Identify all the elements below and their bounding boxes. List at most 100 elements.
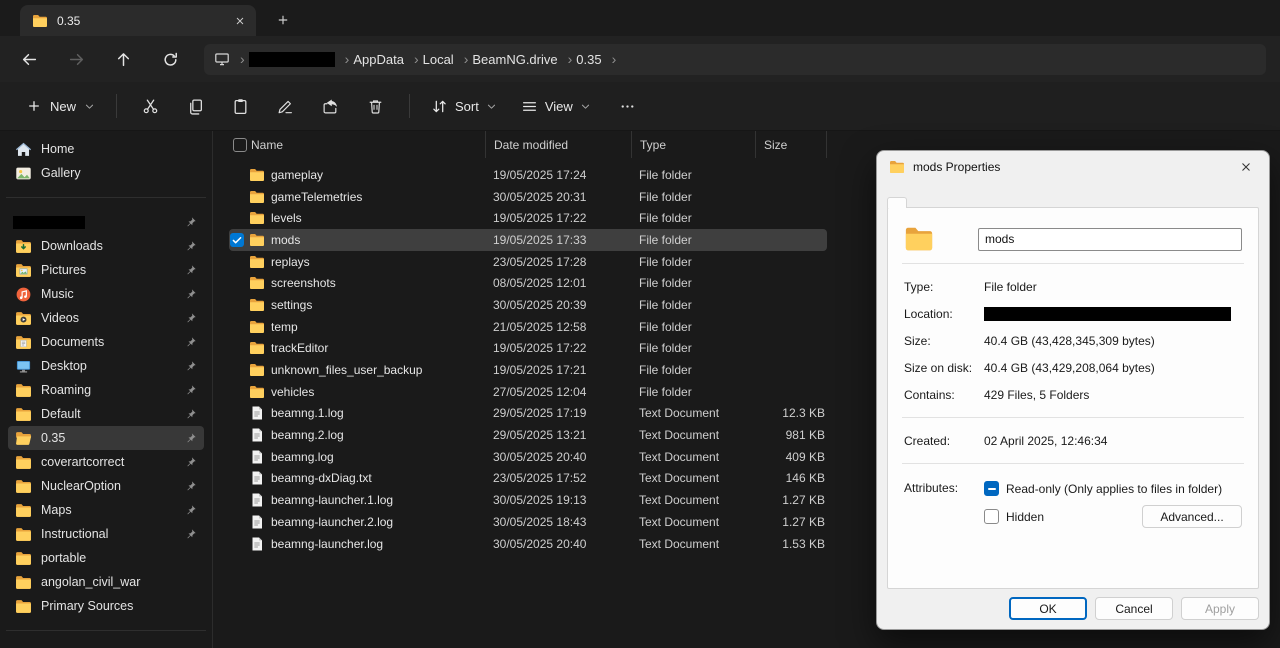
dialog-tab[interactable] [887, 197, 907, 208]
sidebar-item-icon [15, 478, 32, 495]
apply-button[interactable]: Apply [1181, 597, 1259, 620]
file-name: settings [271, 297, 313, 312]
sidebar-item[interactable]: NuclearOption [8, 474, 204, 498]
sidebar-item[interactable]: Music [8, 282, 204, 306]
column-header-size[interactable]: Size [755, 131, 827, 158]
sidebar-item[interactable]: angolan_civil_war [8, 570, 204, 594]
file-type: Text Document [639, 493, 720, 508]
dialog-tab[interactable] [967, 197, 987, 207]
sidebar-item[interactable]: 0.35 [8, 426, 204, 450]
file-row[interactable]: settings 30/05/2025 20:39 File folder [229, 294, 827, 316]
column-header-name[interactable]: Name [249, 131, 485, 158]
up-button[interactable] [106, 44, 140, 74]
ok-button[interactable]: OK [1009, 597, 1087, 620]
detail-value: 40.4 GB (43,428,345,309 bytes) [984, 333, 1155, 348]
cut-button[interactable] [128, 89, 173, 123]
chevron-down-icon [84, 101, 95, 112]
sidebar-item-label: Videos [41, 311, 79, 325]
dialog-tab[interactable] [907, 197, 927, 207]
sidebar-item[interactable]: Roaming [8, 378, 204, 402]
file-date-modified: 19/05/2025 17:22 [493, 211, 587, 226]
breadcrumb-item[interactable]: Local [423, 49, 473, 69]
file-date-modified: 19/05/2025 17:24 [493, 167, 587, 182]
sidebar-item[interactable]: Maps [8, 498, 204, 522]
column-header-type[interactable]: Type [631, 131, 755, 158]
sidebar-item[interactable]: Gallery [8, 161, 204, 185]
file-row[interactable]: trackEditor 19/05/2025 17:22 File folder [229, 338, 827, 360]
tab-close-button[interactable] [230, 11, 250, 31]
sidebar-item[interactable]: Documents [8, 330, 204, 354]
file-row[interactable]: beamng.2.log 29/05/2025 13:21 Text Docum… [229, 424, 827, 446]
breadcrumb-item[interactable] [248, 49, 354, 69]
chevron-down-icon [486, 101, 497, 112]
rename-button[interactable] [263, 89, 308, 123]
hidden-checkbox[interactable] [984, 509, 999, 524]
file-row[interactable]: beamng-dxDiag.txt 23/05/2025 17:52 Text … [229, 468, 827, 490]
advanced-button[interactable]: Advanced... [1142, 505, 1242, 528]
sidebar-item[interactable]: Default [8, 402, 204, 426]
sidebar-item[interactable]: Pictures [8, 258, 204, 282]
share-button[interactable] [308, 89, 353, 123]
file-row[interactable]: unknown_files_user_backup 19/05/2025 17:… [229, 359, 827, 381]
file-row[interactable]: beamng-launcher.2.log 30/05/2025 18:43 T… [229, 511, 827, 533]
back-button[interactable] [12, 44, 46, 74]
file-row[interactable]: levels 19/05/2025 17:22 File folder [229, 207, 827, 229]
row-checkbox[interactable] [230, 232, 244, 247]
detail-row: Size: 40.4 GB (43,428,345,309 bytes) [902, 327, 1244, 354]
sidebar-item[interactable]: Primary Sources [8, 594, 204, 618]
breadcrumb-item[interactable]: BeamNG.drive [472, 49, 576, 69]
delete-button[interactable] [353, 89, 398, 123]
folder-name-input[interactable] [978, 227, 1242, 251]
sidebar-item[interactable]: Home [8, 137, 204, 161]
sidebar-item[interactable]: portable [8, 546, 204, 570]
file-row[interactable]: mods 19/05/2025 17:33 File folder [229, 229, 827, 251]
pin-icon [185, 384, 197, 396]
dialog-tab[interactable] [947, 197, 967, 207]
breadcrumb-item[interactable]: AppData [353, 49, 422, 69]
dialog-close-button[interactable] [1231, 155, 1261, 179]
plus-icon [276, 13, 290, 27]
sidebar-item[interactable]: Videos [8, 306, 204, 330]
file-row[interactable]: gameplay 19/05/2025 17:24 File folder [229, 164, 827, 186]
sidebar-item-icon [15, 598, 32, 615]
refresh-button[interactable] [153, 44, 187, 74]
file-row[interactable]: gameTelemetries 30/05/2025 20:31 File fo… [229, 186, 827, 208]
breadcrumb-item[interactable]: 0.35 [576, 49, 620, 69]
file-row[interactable]: temp 21/05/2025 12:58 File folder [229, 316, 827, 338]
explorer-tab[interactable]: 0.35 [20, 5, 256, 36]
file-name: levels [271, 211, 302, 226]
readonly-checkbox[interactable] [984, 481, 999, 496]
sidebar-item[interactable]: coverartcorrect [8, 450, 204, 474]
copy-button[interactable] [173, 89, 218, 123]
new-button[interactable]: New [16, 91, 105, 121]
cut-icon [142, 98, 159, 115]
pin-icon [185, 336, 197, 348]
cancel-button[interactable]: Cancel [1095, 597, 1173, 620]
forward-button[interactable] [59, 44, 93, 74]
file-row[interactable]: beamng.1.log 29/05/2025 17:19 Text Docum… [229, 403, 827, 425]
file-row[interactable]: screenshots 08/05/2025 12:01 File folder [229, 272, 827, 294]
more-options-button[interactable] [605, 89, 650, 123]
address-bar[interactable]: AppData Local BeamNG.drive 0.35 [204, 43, 1266, 75]
dialog-tab[interactable] [927, 197, 947, 207]
file-row[interactable]: replays 23/05/2025 17:28 File folder [229, 251, 827, 273]
select-all-checkbox-cell [229, 131, 249, 158]
pin-icon [185, 432, 197, 444]
sidebar-item[interactable]: Downloads [8, 234, 204, 258]
sidebar-item[interactable] [8, 210, 204, 234]
file-row[interactable]: beamng-launcher.1.log 30/05/2025 19:13 T… [229, 489, 827, 511]
titlebar: 0.35 [0, 0, 1280, 36]
sidebar-item[interactable]: Desktop [8, 354, 204, 378]
file-row[interactable]: vehicles 27/05/2025 12:04 File folder [229, 381, 827, 403]
file-row[interactable]: beamng-launcher.log 30/05/2025 20:40 Tex… [229, 533, 827, 555]
sort-button[interactable]: Sort [421, 91, 507, 122]
new-tab-button[interactable] [270, 7, 296, 33]
view-button[interactable]: View [511, 91, 601, 122]
sidebar-item[interactable]: Instructional [8, 522, 204, 546]
file-row[interactable]: beamng.log 30/05/2025 20:40 Text Documen… [229, 446, 827, 468]
paste-button[interactable] [218, 89, 263, 123]
file-type: File folder [639, 211, 692, 226]
select-all-checkbox[interactable] [233, 137, 247, 152]
this-pc-icon[interactable] [214, 51, 249, 67]
column-header-date-modified[interactable]: Date modified [485, 131, 631, 158]
